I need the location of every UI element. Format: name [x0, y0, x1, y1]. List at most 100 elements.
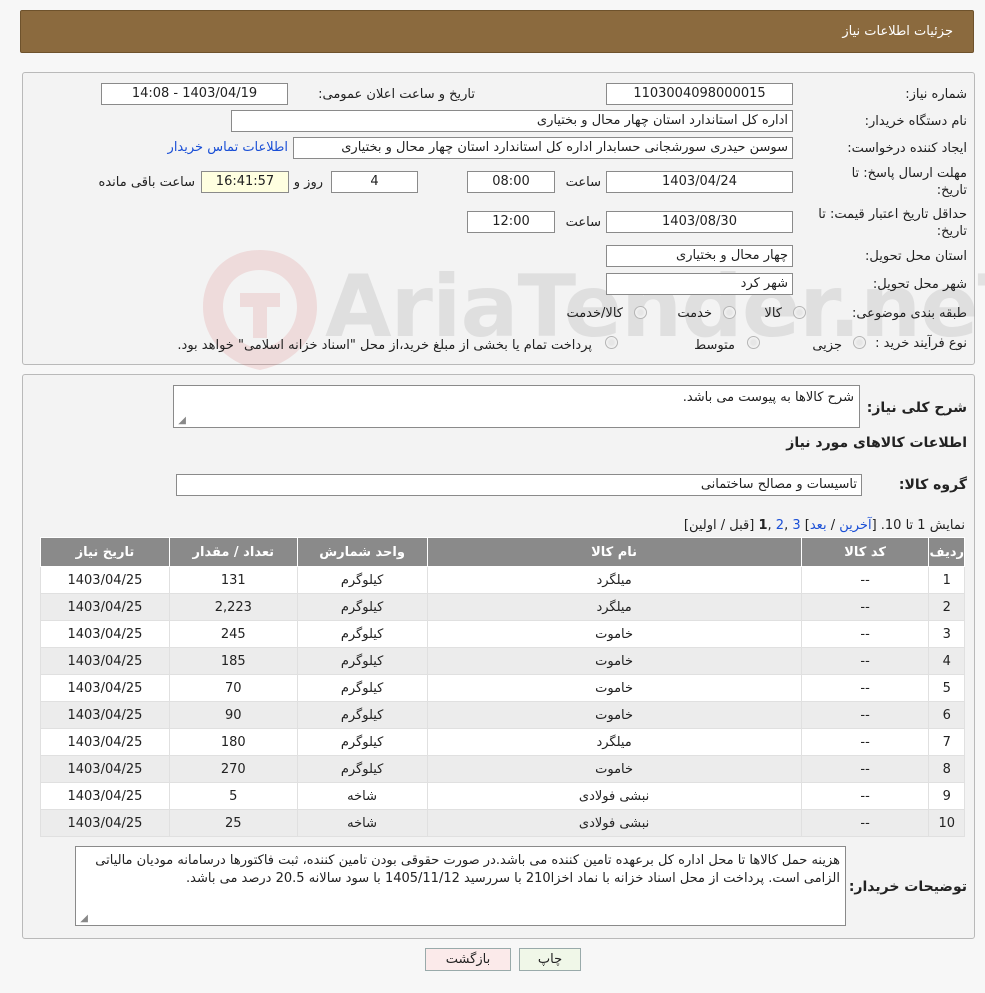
province-label: استان محل تحویل:: [865, 249, 967, 264]
cell-unit: شاخه: [296, 782, 428, 810]
buyer-notes-textarea[interactable]: هزینه حمل کالاها تا محل اداره کل برعهده …: [75, 846, 846, 926]
category-radio-goods-service[interactable]: [634, 306, 647, 319]
cell-row-number: 10: [928, 809, 965, 837]
cell-quantity: 185: [168, 647, 298, 675]
need-number-label: شماره نیاز:: [905, 87, 967, 102]
cell-need-date: 1403/04/25: [40, 809, 170, 837]
goods-group-label: گروه کالا:: [898, 477, 967, 493]
reply-deadline-label-2: تاریخ:: [936, 183, 967, 198]
resize-handle-icon[interactable]: ◢: [78, 914, 88, 924]
pagination-suffix: [قبل / اولین]: [683, 518, 759, 533]
reply-date-field: 1403/04/24: [606, 171, 793, 193]
buyer-org-field: اداره کل استاندارد استان چهار محال و بخت…: [231, 110, 793, 132]
cell-item-name: خاموت: [426, 755, 802, 783]
cell-quantity: 25: [168, 809, 298, 837]
announce-label: تاریخ و ساعت اعلان عمومی:: [318, 87, 475, 102]
description-textarea[interactable]: شرح کالاها به پیوست می باشد. ◢: [173, 385, 860, 428]
table-row: 9 -- نبشی فولادی شاخه 5 1403/04/25: [40, 782, 965, 810]
buyer-notes-text: هزینه حمل کالاها تا محل اداره کل برعهده …: [95, 853, 840, 886]
cell-unit: کیلوگرم: [296, 647, 428, 675]
cell-row-number: 4: [928, 647, 965, 675]
cell-item-name: خاموت: [426, 620, 802, 648]
cell-unit: کیلوگرم: [296, 755, 428, 783]
cell-need-date: 1403/04/25: [40, 782, 170, 810]
reply-time-field: 08:00: [467, 171, 555, 193]
goods-info-title: اطلاعات کالاهای مورد نیاز: [786, 435, 967, 451]
col-header-quantity: تعداد / مقدار: [168, 537, 298, 567]
col-header-item-code: کد کالا: [800, 537, 930, 567]
buyer-contact-link[interactable]: اطلاعات تماس خریدار: [168, 140, 288, 155]
process-radio-medium[interactable]: [747, 336, 760, 349]
cell-quantity: 70: [168, 674, 298, 702]
category-option-goods: کالا: [764, 306, 782, 321]
cell-row-number: 1: [928, 566, 965, 594]
creator-label: ایجاد کننده درخواست:: [847, 141, 967, 156]
cell-need-date: 1403/04/25: [40, 674, 170, 702]
pagination-sep2: ]: [800, 518, 810, 533]
cell-unit: کیلوگرم: [296, 728, 428, 756]
cell-item-code: --: [800, 755, 930, 783]
pagination-page-1-current: 1: [758, 518, 768, 533]
back-button[interactable]: بازگشت: [425, 948, 511, 971]
cell-unit: کیلوگرم: [296, 593, 428, 621]
table-row: 7 -- میلگرد کیلوگرم 180 1403/04/25: [40, 728, 965, 756]
validity-time-label: ساعت: [565, 215, 601, 230]
resize-handle-icon[interactable]: ◢: [176, 416, 186, 426]
page-title: جزئیات اطلاعات نیاز: [842, 24, 953, 39]
province-field: چهار محال و بختیاری: [606, 245, 793, 267]
buyer-notes-label: توضیحات خریدار:: [848, 879, 967, 895]
cell-item-code: --: [800, 566, 930, 594]
cell-item-code: --: [800, 647, 930, 675]
city-label: شهر محل تحویل:: [872, 277, 967, 292]
description-label: شرح کلی نیاز:: [866, 400, 967, 416]
cell-need-date: 1403/04/25: [40, 755, 170, 783]
reply-deadline-label: مهلت ارسال پاسخ: تا: [851, 166, 967, 181]
remaining-label: ساعت باقی مانده: [98, 175, 195, 190]
announce-field: 1403/04/19 - 14:08: [101, 83, 288, 105]
print-button[interactable]: چاپ: [519, 948, 581, 971]
cell-quantity: 2,223: [168, 593, 298, 621]
category-radio-goods[interactable]: [793, 306, 806, 319]
goods-group-field: تاسیسات و مصالح ساختمانی: [176, 474, 862, 496]
category-option-service: خدمت: [677, 306, 712, 321]
validity-date-field: 1403/08/30: [606, 211, 793, 233]
table-row: 1 -- میلگرد کیلوگرم 131 1403/04/25: [40, 566, 965, 594]
cell-row-number: 6: [928, 701, 965, 729]
process-radio-treasury[interactable]: [605, 336, 618, 349]
category-label: طبقه بندی موضوعی:: [851, 306, 967, 321]
description-text: شرح کالاها به پیوست می باشد.: [682, 390, 854, 405]
cell-item-code: --: [800, 701, 930, 729]
cell-item-code: --: [800, 728, 930, 756]
cell-item-code: --: [800, 782, 930, 810]
table-row: 4 -- خاموت کیلوگرم 185 1403/04/25: [40, 647, 965, 675]
process-radio-minor[interactable]: [853, 336, 866, 349]
table-header-row: ردیف کد کالا نام کالا واحد شمارش تعداد /…: [40, 537, 965, 567]
cell-item-name: نبشی فولادی: [426, 809, 802, 837]
pagination-page-3[interactable]: 3: [792, 518, 800, 533]
cell-quantity: 180: [168, 728, 298, 756]
cell-need-date: 1403/04/25: [40, 620, 170, 648]
pagination-next-link[interactable]: بعد: [810, 518, 827, 533]
category-radio-service[interactable]: [723, 306, 736, 319]
cell-item-name: میلگرد: [426, 728, 802, 756]
cell-unit: کیلوگرم: [296, 566, 428, 594]
pagination-last-link[interactable]: آخرین: [839, 518, 871, 533]
cell-need-date: 1403/04/25: [40, 566, 170, 594]
days-field: 4: [331, 171, 418, 193]
cell-row-number: 9: [928, 782, 965, 810]
cell-need-date: 1403/04/25: [40, 701, 170, 729]
cell-quantity: 5: [168, 782, 298, 810]
cell-item-code: --: [800, 593, 930, 621]
cell-item-name: خاموت: [426, 674, 802, 702]
cell-unit: شاخه: [296, 809, 428, 837]
cell-quantity: 245: [168, 620, 298, 648]
table-row: 6 -- خاموت کیلوگرم 90 1403/04/25: [40, 701, 965, 729]
table-row: 10 -- نبشی فولادی شاخه 25 1403/04/25: [40, 809, 965, 837]
pagination-page-2[interactable]: 2: [776, 518, 784, 533]
category-option-goods-service: کالا/خدمت: [566, 306, 623, 321]
cell-unit: کیلوگرم: [296, 701, 428, 729]
cell-need-date: 1403/04/25: [40, 728, 170, 756]
cell-row-number: 8: [928, 755, 965, 783]
table-row: 3 -- خاموت کیلوگرم 245 1403/04/25: [40, 620, 965, 648]
cell-unit: کیلوگرم: [296, 674, 428, 702]
